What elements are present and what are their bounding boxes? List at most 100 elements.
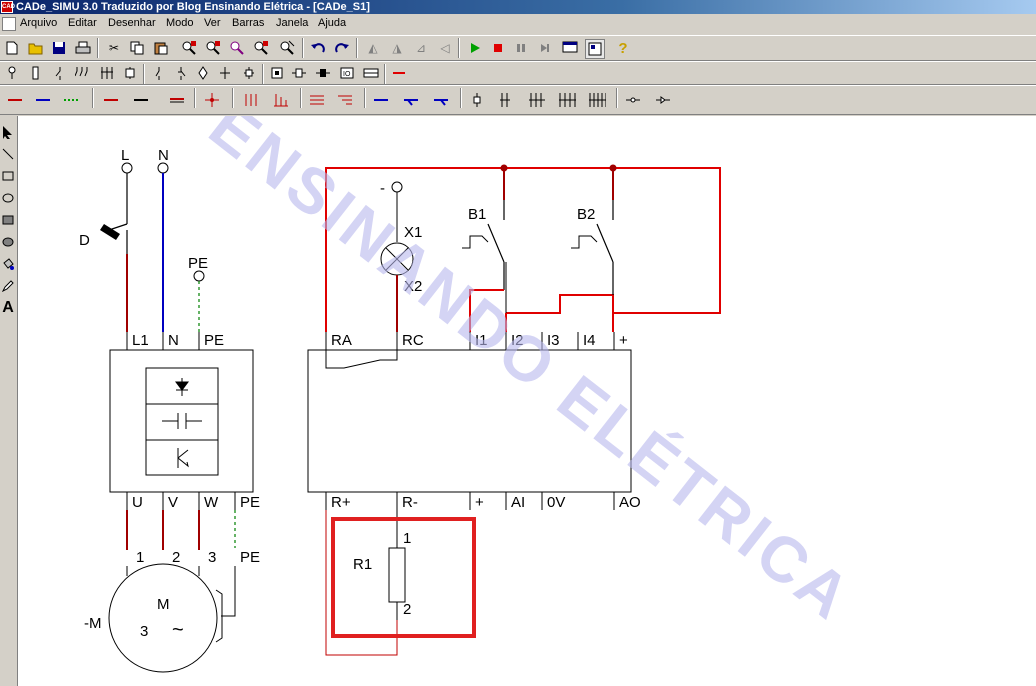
zoom-icon[interactable] xyxy=(228,39,246,57)
zoom-fit-icon[interactable] xyxy=(180,39,198,57)
grid-icon[interactable] xyxy=(585,39,605,59)
title-bar: CAD CADe_SIMU 3.0 Traduzido por Blog Ens… xyxy=(0,0,1036,14)
connector2-icon[interactable] xyxy=(498,91,516,109)
help-icon[interactable]: ? xyxy=(614,39,632,57)
wire-blue-icon[interactable] xyxy=(34,91,52,109)
wire-blue2-icon[interactable] xyxy=(372,91,390,109)
contact-nc-icon[interactable] xyxy=(172,64,190,82)
mirror-icon[interactable]: ⊿ xyxy=(412,39,430,57)
wire-black-icon[interactable] xyxy=(132,91,150,109)
ctl-top-plus: + xyxy=(619,332,628,349)
connector4-icon[interactable] xyxy=(558,91,576,109)
wire-red2-icon[interactable] xyxy=(102,91,120,109)
sensor-icon[interactable] xyxy=(314,64,332,82)
plug-icon[interactable] xyxy=(624,91,642,109)
wire-blue-tap-icon[interactable] xyxy=(402,91,420,109)
pointer-icon[interactable] xyxy=(0,122,16,142)
save-icon[interactable] xyxy=(50,39,68,57)
diode-icon[interactable] xyxy=(194,64,212,82)
breaker-icon[interactable] xyxy=(75,64,93,82)
terminal-L[interactable] xyxy=(121,162,133,174)
ctl-bot-AI: AI xyxy=(511,494,525,511)
pb-b1: B1 xyxy=(468,206,486,223)
drive-in-PE: PE xyxy=(204,332,224,349)
pen-tool-icon[interactable] xyxy=(0,276,16,296)
run-icon[interactable] xyxy=(466,39,484,57)
ctl-top-RC: RC xyxy=(402,332,424,349)
terminal-N[interactable] xyxy=(157,162,169,174)
hbus-alt-icon[interactable] xyxy=(336,91,354,109)
ellipse-tool-icon[interactable] xyxy=(0,188,16,208)
switch-icon[interactable] xyxy=(51,64,69,82)
rectangle-tool-icon[interactable] xyxy=(0,166,16,186)
line-tool-icon[interactable] xyxy=(0,144,16,164)
wire-green-dashed-icon[interactable] xyxy=(62,91,80,109)
zoom-all-icon[interactable] xyxy=(278,39,296,57)
connector5-icon[interactable] xyxy=(588,91,606,109)
fill-tool-icon[interactable] xyxy=(0,254,16,274)
socket-icon[interactable] xyxy=(654,91,672,109)
zoom-out-icon[interactable] xyxy=(252,39,270,57)
paste-icon[interactable] xyxy=(152,39,170,57)
plc-icon[interactable] xyxy=(362,64,380,82)
menu-modo[interactable]: Modo xyxy=(166,17,194,29)
new-icon[interactable] xyxy=(3,39,21,57)
rotate-icon[interactable]: ◁ xyxy=(436,39,454,57)
crossing-icon[interactable] xyxy=(216,64,234,82)
resistor-wire xyxy=(325,510,398,656)
cut-icon[interactable]: ✂ xyxy=(105,39,123,57)
step-icon[interactable] xyxy=(536,39,554,57)
flip-right-icon[interactable]: ◮ xyxy=(388,39,406,57)
filled-rectangle-icon[interactable] xyxy=(0,210,16,230)
hbus-icon[interactable] xyxy=(308,91,326,109)
menu-janela[interactable]: Janela xyxy=(276,17,308,29)
document-icon[interactable] xyxy=(2,17,16,31)
motor-circle[interactable] xyxy=(108,563,218,673)
wire-blue-tap2-icon[interactable] xyxy=(432,91,450,109)
pushbutton-b2[interactable] xyxy=(596,200,614,295)
node-icon[interactable] xyxy=(203,91,221,109)
coil-icon[interactable] xyxy=(290,64,308,82)
menu-arquivo[interactable]: Arquivo xyxy=(20,17,57,29)
stop-icon[interactable] xyxy=(489,39,507,57)
menu-ver[interactable]: Ver xyxy=(204,17,221,29)
connector1-icon[interactable] xyxy=(468,91,486,109)
redo-icon[interactable] xyxy=(333,39,351,57)
pause-icon[interactable] xyxy=(512,39,530,57)
zoom-in-icon[interactable] xyxy=(204,39,222,57)
bus3-alt-icon[interactable] xyxy=(272,91,290,109)
junction-icon[interactable] xyxy=(240,64,258,82)
bus3-icon[interactable] xyxy=(242,91,260,109)
menu-desenhar[interactable]: Desenhar xyxy=(108,17,156,29)
terminal-icon[interactable] xyxy=(3,64,21,82)
label-PE-top: PE xyxy=(188,255,208,272)
fuse-icon[interactable] xyxy=(27,64,45,82)
flip-left-icon[interactable]: ◭ xyxy=(364,39,382,57)
wire-redblack-icon[interactable] xyxy=(168,91,186,109)
window-icon[interactable] xyxy=(561,39,579,57)
relay-icon[interactable] xyxy=(121,64,139,82)
thermal-icon[interactable] xyxy=(99,64,117,82)
contact-no-icon[interactable] xyxy=(150,64,168,82)
undo-icon[interactable] xyxy=(309,39,327,57)
drive-in-L1: L1 xyxy=(132,332,149,349)
open-icon[interactable] xyxy=(27,39,45,57)
pushbutton-b1[interactable] xyxy=(487,200,505,290)
text-tool-icon[interactable]: A xyxy=(0,298,16,318)
resistor-r1[interactable] xyxy=(388,547,406,603)
timer-icon[interactable] xyxy=(268,64,286,82)
terminal-minus[interactable] xyxy=(391,181,403,193)
connector3-icon[interactable] xyxy=(528,91,546,109)
print-icon[interactable] xyxy=(74,39,92,57)
copy-icon[interactable] xyxy=(128,39,146,57)
motor-wires xyxy=(126,510,200,550)
terminal-PE[interactable] xyxy=(193,270,205,282)
menu-barras[interactable]: Barras xyxy=(232,17,264,29)
drawing-canvas[interactable]: L N D PE L1 N PE U V W PE 1 2 3 PE M 3 ~… xyxy=(18,116,1036,686)
menu-ajuda[interactable]: Ajuda xyxy=(318,17,346,29)
menu-editar[interactable]: Editar xyxy=(68,17,97,29)
io-icon[interactable]: IO xyxy=(338,64,356,82)
red-wire-icon[interactable] xyxy=(390,64,408,82)
wire-red-icon[interactable] xyxy=(6,91,24,109)
filled-ellipse-icon[interactable] xyxy=(0,232,16,252)
